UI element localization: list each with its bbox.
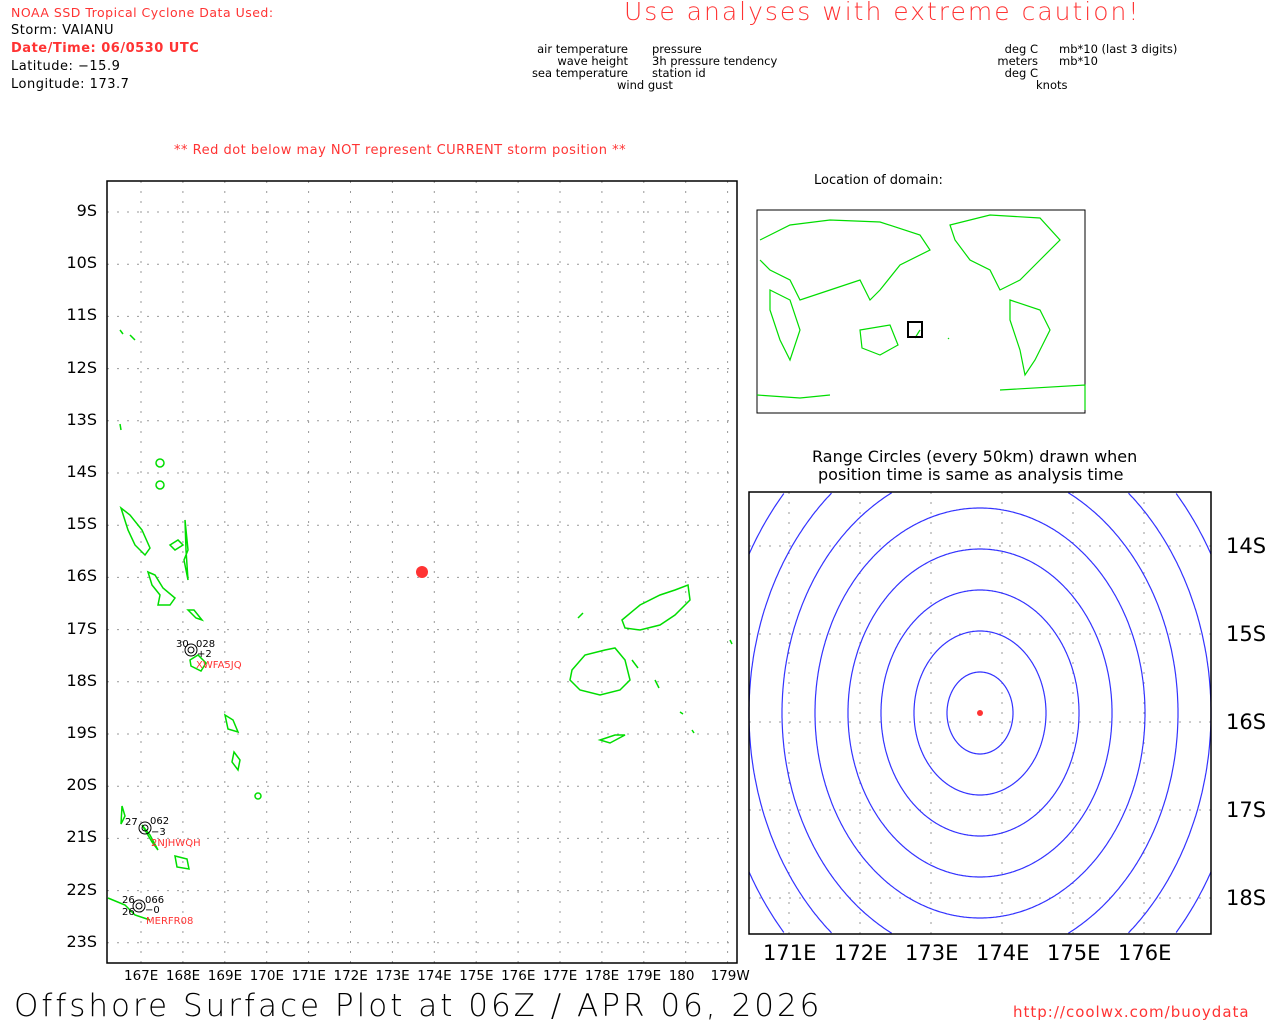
lon-label: 173E: [905, 941, 959, 965]
lat-label: 18S: [66, 670, 97, 690]
lat-label: 23S: [66, 931, 97, 951]
station-tendency: −0: [145, 905, 160, 916]
lon-label: 177E: [543, 968, 578, 984]
lat-label: 17S: [66, 618, 97, 638]
lon-label: 179W: [710, 968, 750, 984]
station-tendency: +2: [197, 649, 212, 660]
station-id[interactable]: XWFA5JQ: [196, 660, 242, 672]
station-pressure: 062: [150, 816, 170, 827]
map-canvas: [106, 180, 1212, 964]
lat-label: 16S: [66, 566, 97, 586]
lon-label: 170E: [249, 968, 284, 984]
lat-label: 15S: [1226, 622, 1267, 646]
lon-label: 180: [668, 968, 695, 984]
inset-frame: [756, 209, 1086, 414]
station-tendency: −3: [151, 827, 166, 838]
lat-label: 17S: [1226, 798, 1267, 822]
station-id[interactable]: 2NJHWQH: [151, 838, 201, 850]
lon-label: 175E: [1047, 941, 1101, 965]
main-coastlines: [107, 329, 733, 921]
lat-label: 10S: [66, 253, 97, 273]
lat-label: 15S: [66, 514, 97, 534]
storm-position-dot: [416, 566, 428, 578]
lon-label: 176E: [1118, 941, 1172, 965]
station-air-temp: 27: [125, 817, 138, 828]
station-air-temp: 30: [176, 639, 189, 650]
lat-label: 9S: [76, 201, 97, 220]
station-sea-temp: 26: [122, 907, 135, 918]
lat-label: 22S: [66, 879, 97, 899]
lon-label: 174E: [417, 968, 452, 984]
lat-label: 16S: [1226, 710, 1267, 734]
lat-label: 13S: [66, 409, 97, 429]
lat-label: 21S: [66, 827, 97, 847]
lon-label: 173E: [375, 968, 410, 984]
inset-coastlines: [756, 214, 1086, 410]
lon-label: 174E: [976, 941, 1030, 965]
lon-label: 167E: [124, 968, 159, 984]
lat-label: 20S: [66, 775, 97, 795]
domain-location-box: [907, 321, 923, 338]
station-id[interactable]: MERFR08: [146, 916, 193, 928]
lat-label: 14S: [1226, 534, 1267, 558]
lon-label: 179E: [626, 968, 662, 984]
lon-label: 168E: [165, 968, 201, 984]
lon-label: 171E: [763, 941, 817, 965]
range-storm-dot: [977, 710, 983, 716]
lon-label: 172E: [834, 941, 888, 965]
lat-label: 19S: [66, 723, 97, 742]
lat-label: 11S: [66, 305, 97, 325]
lon-label: 169E: [207, 968, 243, 984]
lon-label: 176E: [501, 968, 536, 984]
lon-label: 175E: [459, 968, 494, 984]
lat-label: 18S: [1226, 886, 1267, 910]
lon-label: 178E: [584, 968, 620, 984]
station-air-temp: 26: [122, 895, 135, 906]
lon-label: 171E: [291, 968, 326, 984]
source-url-link[interactable]: http://coolwx.com/buoydata: [1013, 1003, 1250, 1021]
lat-label: 14S: [66, 462, 97, 481]
lon-label: 172E: [333, 968, 368, 984]
lat-label: 12S: [66, 357, 97, 377]
station-markers: [132, 643, 198, 913]
plot-title: Offshore Surface Plot at 06Z / APR 06, 2…: [14, 988, 823, 1024]
